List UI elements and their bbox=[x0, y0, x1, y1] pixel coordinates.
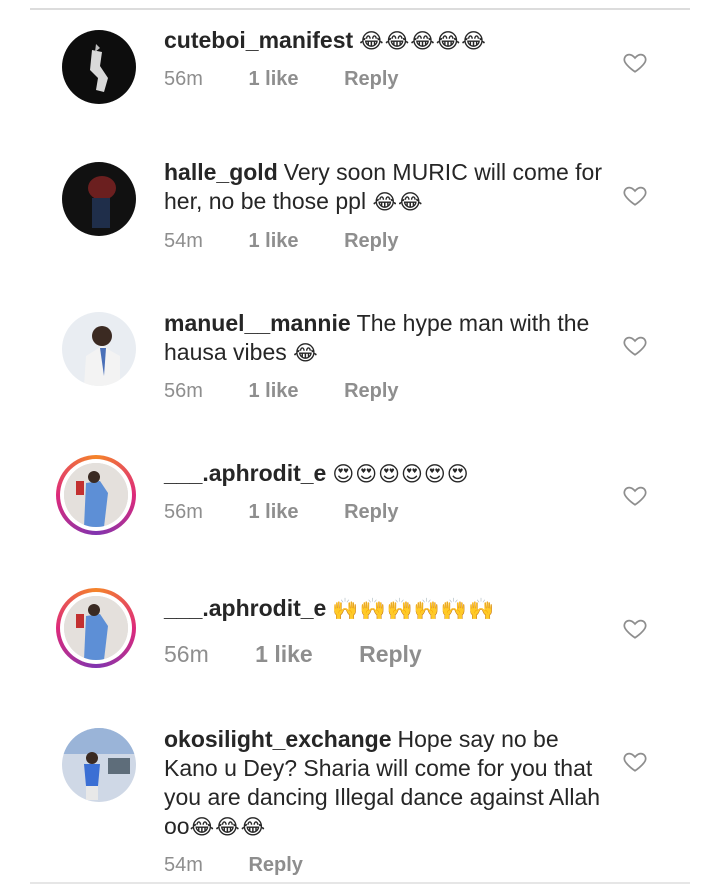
avatar-image bbox=[84, 326, 120, 386]
avatar-image bbox=[88, 176, 116, 228]
comment-text: ___.aphrodit_e 😍😍😍😍😍😍 bbox=[164, 459, 604, 489]
reply-button[interactable]: Reply bbox=[344, 501, 398, 524]
comment-meta: 56m 1 like Reply bbox=[164, 641, 422, 668]
heart-outline-icon[interactable] bbox=[622, 615, 648, 641]
top-divider bbox=[30, 8, 690, 10]
heart-outline-icon[interactable] bbox=[622, 332, 648, 358]
avatar[interactable] bbox=[62, 162, 136, 236]
comment-username[interactable]: cuteboi_manifest bbox=[164, 27, 353, 53]
avatar-story-ring[interactable] bbox=[56, 588, 136, 668]
comment-likes[interactable]: 1 like bbox=[248, 68, 298, 91]
comment-username[interactable]: ___.aphrodit_e bbox=[164, 595, 326, 621]
emoji-text: 🙌🙌🙌🙌🙌🙌 bbox=[332, 597, 496, 621]
comment-meta: 56m 1 like Reply bbox=[164, 501, 399, 524]
comment-text: cuteboi_manifest 😂😂😂😂😂 bbox=[164, 26, 604, 56]
comment-time: 56m bbox=[164, 68, 203, 90]
comment-text: ___.aphrodit_e 🙌🙌🙌🙌🙌🙌 bbox=[164, 594, 604, 624]
emoji-text: 😂 bbox=[293, 341, 319, 365]
comment-username[interactable]: okosilight_exchange bbox=[164, 726, 392, 752]
avatar[interactable] bbox=[62, 312, 136, 386]
comment-text: manuel__mannie The hype man with the haus… bbox=[164, 309, 604, 368]
emoji-text: 😍😍😍😍😍😍 bbox=[332, 462, 470, 486]
avatar-image bbox=[90, 44, 108, 92]
reply-button[interactable]: Reply bbox=[344, 230, 398, 253]
comment-meta: 54m 1 like Reply bbox=[164, 230, 399, 253]
avatar bbox=[64, 463, 128, 527]
avatar[interactable] bbox=[62, 30, 136, 104]
comment-username[interactable]: ___.aphrodit_e bbox=[164, 460, 326, 486]
comment-username[interactable]: manuel__mannie bbox=[164, 310, 351, 336]
comment-time: 54m bbox=[164, 230, 203, 252]
comment-time: 54m bbox=[164, 854, 203, 876]
avatar-image bbox=[64, 596, 128, 660]
avatar-image bbox=[64, 463, 128, 527]
emoji-text: 😂😂😂 bbox=[189, 815, 267, 839]
comment-meta: 54m Reply bbox=[164, 854, 303, 877]
comment-username[interactable]: halle_gold bbox=[164, 159, 278, 185]
reply-button[interactable]: Reply bbox=[344, 380, 398, 403]
avatar-image bbox=[62, 728, 136, 800]
heart-outline-icon[interactable] bbox=[622, 748, 648, 774]
comment-text: okosilight_exchange Hope say no be Kano u… bbox=[164, 725, 604, 842]
comment-likes[interactable]: 1 like bbox=[248, 501, 298, 524]
reply-button[interactable]: Reply bbox=[344, 68, 398, 91]
avatar-story-ring[interactable] bbox=[56, 455, 136, 535]
reply-button[interactable]: Reply bbox=[248, 854, 302, 877]
comment-likes[interactable]: 1 like bbox=[248, 230, 298, 253]
avatar bbox=[64, 596, 128, 660]
comment-time: 56m bbox=[164, 641, 209, 667]
comment-text: halle_gold Very soon MURIC will come for … bbox=[164, 158, 604, 217]
comment-time: 56m bbox=[164, 501, 203, 523]
reply-button[interactable]: Reply bbox=[359, 641, 422, 668]
bottom-divider bbox=[30, 882, 690, 884]
heart-outline-icon[interactable] bbox=[622, 49, 648, 75]
avatar[interactable] bbox=[62, 728, 136, 802]
emoji-text: 😂😂 bbox=[372, 190, 424, 214]
emoji-text: 😂😂😂😂😂 bbox=[359, 29, 487, 53]
comment-meta: 56m 1 like Reply bbox=[164, 380, 399, 403]
comment-likes[interactable]: 1 like bbox=[255, 641, 313, 668]
comment-time: 56m bbox=[164, 380, 203, 402]
heart-outline-icon[interactable] bbox=[622, 182, 648, 208]
comment-meta: 56m 1 like Reply bbox=[164, 68, 399, 91]
heart-outline-icon[interactable] bbox=[622, 482, 648, 508]
comment-likes[interactable]: 1 like bbox=[248, 380, 298, 403]
